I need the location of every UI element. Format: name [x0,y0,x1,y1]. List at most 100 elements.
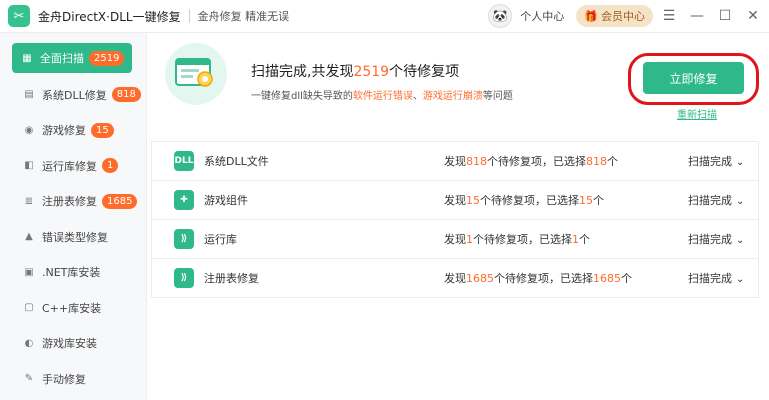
status-mid: 个待修复项，已选择 [473,233,572,246]
dll-icon: DLL [174,151,194,171]
sidebar-item-label: 游戏库安装 [42,337,97,351]
summary-title-suffix: 个待修复项 [389,64,460,80]
status-prefix: 发现 [444,194,466,207]
found-count: 818 [466,155,487,168]
status-mid: 个待修复项，已选择 [480,194,579,207]
sidebar-item-label: C++库安装 [42,301,102,315]
menu-icon[interactable]: ☰ [657,8,681,24]
sidebar-item-cpp-install[interactable]: ▢ C++库安装 [0,290,146,326]
rescan-link[interactable]: 重新扫描 [677,106,717,121]
sidebar-item-system-dll[interactable]: ▤ 系统DLL修复 818 [0,77,146,113]
scan-complete-toggle[interactable]: 扫描完成 ⌄ [688,231,744,247]
scan-result-illustration-icon [165,43,227,105]
summary-desc-highlight-2: 游戏运行崩溃 [422,91,483,102]
cpp-icon: ▢ [24,302,34,314]
gamepad-icon: ◉ [24,124,34,136]
sidebar-item-game-lib-install[interactable]: ◐ 游戏库安装 [0,326,146,362]
status-mid: 个待修复项，已选择 [494,272,593,285]
sidebar-item-full-scan[interactable]: ▦ 全面扫描 2519 [12,43,132,73]
found-count: 15 [466,194,480,207]
registry-icon: ⟫ [174,268,194,288]
scan-complete-label: 扫描完成 [688,194,732,207]
item-name: 系统DLL文件 [204,155,269,168]
item-name: 游戏组件 [204,194,248,207]
member-center-button[interactable]: 🎁 会员中心 [576,5,653,27]
status-suffix: 个 [593,194,604,207]
registry-icon: ≣ [24,195,34,207]
list-item[interactable]: ⟫ 运行库 发现1个待修复项，已选择1个 扫描完成 ⌄ [151,220,759,259]
item-name: 运行库 [204,233,237,246]
sidebar-item-runtime-repair[interactable]: ◧ 运行库修复 1 [0,148,146,184]
scan-summary-title: 扫描完成,共发现2519个待修复项 [251,61,459,81]
dll-icon: ▤ [24,89,34,101]
found-count: 1685 [466,272,494,285]
status-prefix: 发现 [444,155,466,168]
selected-count: 1685 [593,272,621,285]
sidebar-item-label: 全面扫描 [40,52,84,65]
item-status: 发现1685个待修复项，已选择1685个 [444,270,632,286]
sidebar-item-dotnet-install[interactable]: ▣ .NET库安装 [0,255,146,291]
wrench-icon: ✎ [24,373,34,385]
status-suffix: 个 [621,272,632,285]
user-center-link[interactable]: 个人中心 [520,8,564,24]
count-badge: 2519 [89,50,125,66]
sidebar-item-label: 手动修复 [42,372,86,386]
sidebar-item-manual-repair[interactable]: ✎ 手动修复 [0,361,146,397]
scan-complete-toggle[interactable]: 扫描完成 ⌄ [688,270,744,286]
summary-title-prefix: 扫描完成,共发现 [251,64,354,80]
status-prefix: 发现 [444,272,466,285]
count-badge: 1685 [102,193,138,209]
scan-icon: ▦ [22,52,32,64]
minimize-icon[interactable]: — [685,8,709,24]
sidebar-item-registry-repair[interactable]: ≣ 注册表修复 1685 [0,184,146,220]
chevron-down-icon: ⌄ [736,196,745,207]
sidebar: ▦ 全面扫描 2519 ▤ 系统DLL修复 818 ◉ 游戏修复 15 ◧ 运行… [0,33,147,400]
app-title: 金舟DirectX·DLL一键修复 [38,9,181,24]
count-badge: 1 [102,158,119,174]
sidebar-item-label: 系统DLL修复 [42,88,107,102]
sidebar-item-error-type-repair[interactable]: ▲ 错误类型修复 [0,219,146,255]
sidebar-item-label: 注册表修复 [42,195,97,209]
sidebar-item-game-repair[interactable]: ◉ 游戏修复 15 [0,113,146,149]
item-name: 注册表修复 [204,272,259,285]
app-slogan: 金舟修复 精准无误 [197,10,290,23]
close-icon[interactable]: ✕ [741,8,765,24]
item-status: 发现818个待修复项，已选择818个 [444,153,618,169]
sidebar-item-label: 游戏修复 [42,124,86,138]
runtime-icon: ⟫ [174,229,194,249]
summary-title-count: 2519 [353,64,390,80]
avatar[interactable]: 🐼 [488,4,513,28]
warning-icon: ▲ [25,231,33,243]
scan-summary-description: 一键修复dll缺失导致的软件运行错误、游戏运行崩溃等问题 [251,87,513,102]
selected-count: 818 [586,155,607,168]
count-badge: 15 [91,122,114,138]
scan-complete-label: 扫描完成 [688,272,732,285]
status-suffix: 个 [607,155,618,168]
app-logo-icon: ✂ [8,5,30,27]
member-center-label: 会员中心 [601,10,645,23]
repair-now-button[interactable]: 立即修复 [643,62,744,94]
scan-complete-label: 扫描完成 [688,155,732,168]
scan-results-list: DLL 系统DLL文件 发现818个待修复项，已选择818个 扫描完成 ⌄ ✚ 游… [151,141,759,298]
scan-complete-toggle[interactable]: 扫描完成 ⌄ [688,153,744,169]
selected-count: 1 [572,233,579,246]
list-item[interactable]: ✚ 游戏组件 发现15个待修复项，已选择15个 扫描完成 ⌄ [151,181,759,220]
dotnet-icon: ▣ [24,266,34,278]
summary-desc-highlight-1: 软件运行错误 [352,91,413,102]
sidebar-item-label: 错误类型修复 [42,230,108,244]
chevron-down-icon: ⌄ [736,157,745,168]
maximize-icon[interactable]: ☐ [713,8,737,24]
item-status: 发现1个待修复项，已选择1个 [444,231,590,247]
runtime-icon: ◧ [24,160,34,172]
chevron-down-icon: ⌄ [736,235,745,246]
scan-complete-label: 扫描完成 [688,233,732,246]
count-badge: 818 [111,87,141,103]
title-divider [188,9,190,23]
found-count: 1 [466,233,473,246]
game-component-icon: ✚ [174,190,194,210]
list-item[interactable]: DLL 系统DLL文件 发现818个待修复项，已选择818个 扫描完成 ⌄ [151,141,759,181]
list-item[interactable]: ⟫ 注册表修复 发现1685个待修复项，已选择1685个 扫描完成 ⌄ [151,259,759,298]
main-panel: 扫描完成,共发现2519个待修复项 一键修复dll缺失导致的软件运行错误、游戏运… [147,33,769,400]
scan-complete-toggle[interactable]: 扫描完成 ⌄ [688,192,744,208]
selected-count: 15 [579,194,593,207]
